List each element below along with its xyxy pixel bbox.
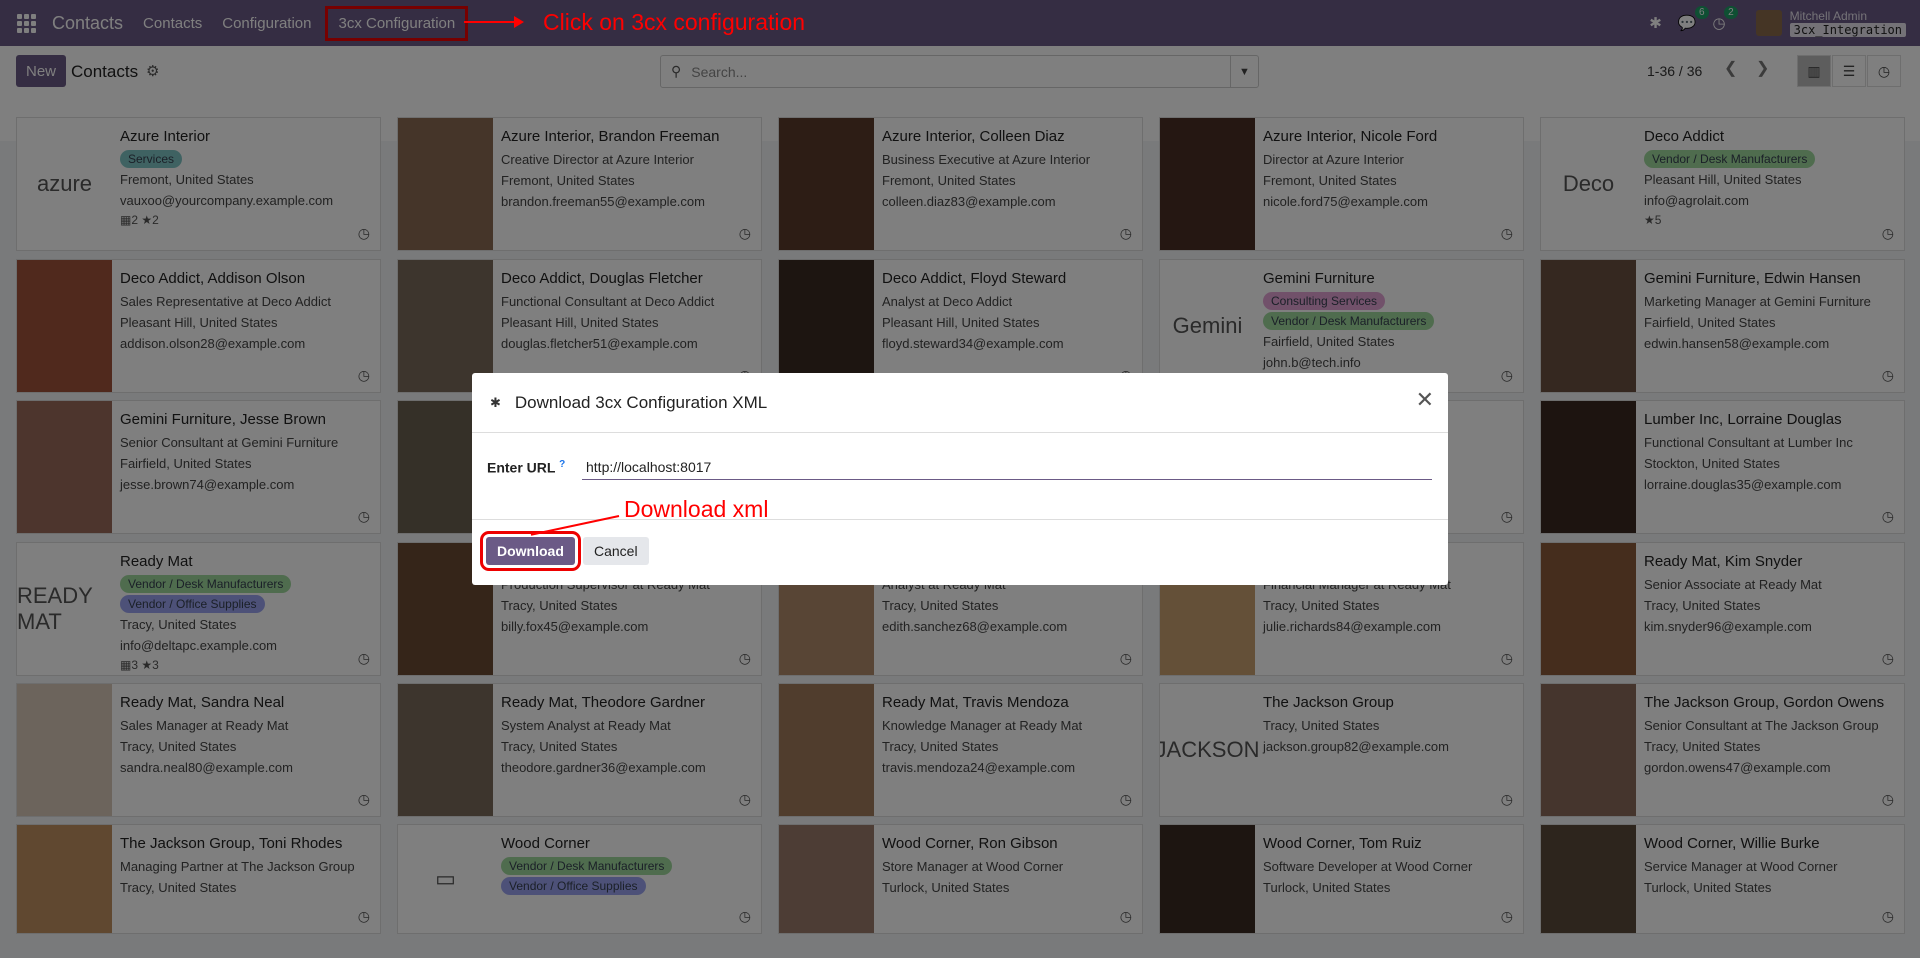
close-icon[interactable]: ✕ xyxy=(1416,387,1434,413)
cancel-button[interactable]: Cancel xyxy=(583,537,649,565)
dialog-title: Download 3cx Configuration XML xyxy=(514,392,768,412)
url-label-text: Enter URL xyxy=(487,459,556,476)
download-button[interactable]: Download xyxy=(480,531,581,571)
annotation-download-xml: Download xml xyxy=(624,496,769,522)
annotation-click-3cx: Click on 3cx configuration xyxy=(543,9,806,35)
download-dialog: ✱ Download 3cx Configuration XML ✕ Enter… xyxy=(472,373,1448,585)
annotation-arrow xyxy=(464,16,524,28)
url-field[interactable] xyxy=(582,455,1432,480)
bug-icon: ✱ xyxy=(490,394,501,410)
help-icon[interactable]: ? xyxy=(559,459,565,470)
dialog-header: ✱ Download 3cx Configuration XML xyxy=(472,373,1448,433)
url-label: Enter URL ? xyxy=(487,459,565,476)
